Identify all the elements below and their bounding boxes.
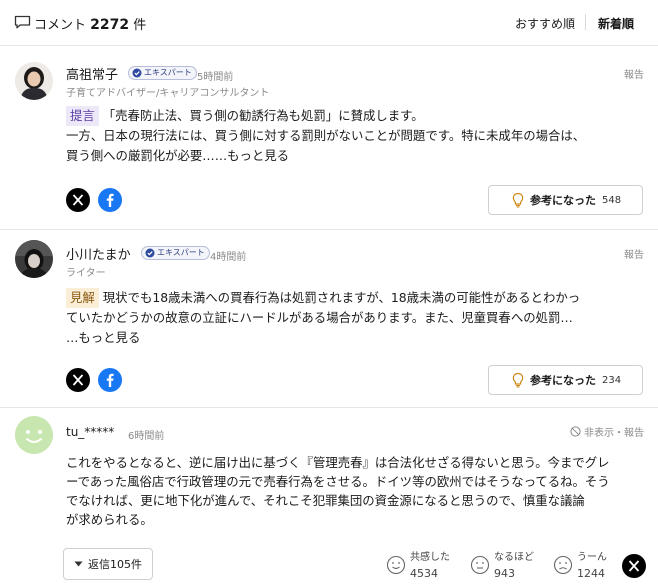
comment-line: 買う側への厳罰化が必要… — [66, 148, 215, 163]
comment-line: 現状でも18歳未満への買春行為は処罰されますが、18歳未満の可能性があるとわかっ — [102, 290, 581, 305]
smiley-face-icon — [15, 416, 53, 454]
helpful-label: 参考になった — [530, 194, 596, 207]
reaction-empathy-button[interactable]: 共感した 4534 — [386, 546, 456, 584]
author-name[interactable]: 高祖常子 — [66, 64, 118, 83]
expert-badge: エキスパート — [128, 66, 197, 80]
kenkai-tag: 見解 — [66, 288, 99, 308]
smile-face-icon — [386, 555, 406, 575]
reaction-count: 4534 — [410, 567, 438, 580]
report-link[interactable]: 報告 — [624, 246, 644, 261]
reply-count-label: 返信105件 — [88, 558, 142, 571]
author-name[interactable]: 小川たまか — [66, 244, 131, 263]
expert-photo-icon — [15, 240, 53, 278]
comment-line: 一方、日本の現行法には、買う側に対する罰則がないことが問題です。特に未成年の場合… — [66, 128, 586, 143]
reaction-count: 1244 — [577, 567, 605, 580]
lightbulb-icon — [512, 192, 524, 208]
block-icon — [570, 426, 581, 437]
share-x-button[interactable] — [622, 554, 646, 578]
comment-line: 「売春防止法、買う側の勧誘行為も処罰」に賛成します。 — [102, 108, 424, 123]
helpful-button[interactable]: 参考になった 548 — [488, 185, 643, 215]
x-logo-icon — [72, 194, 84, 206]
comment-line: これをやるとなると、逆に届け出に基づく『管理売春』は合法化せざる得ないと思う。今… — [66, 455, 610, 470]
expert-check-icon — [145, 248, 155, 258]
expert-photo-icon — [15, 62, 53, 100]
helpful-count: 548 — [602, 194, 622, 206]
hide-report-label: 非表示・報告 — [584, 428, 644, 439]
expert-check-icon — [132, 68, 142, 78]
author-subtitle: 子育てアドバイザー/キャリアコンサルタント — [66, 88, 270, 99]
helpful-label: 参考になった — [530, 374, 596, 387]
thinking-face-icon — [470, 555, 490, 575]
comment-line: でなければ、更に地下化が進んで、それこそ犯罪集団の資金源になると思うので、慎重な… — [66, 493, 585, 508]
author-name[interactable]: tu_***** — [66, 425, 114, 439]
comment-line: ーであった風俗店で行政管理の元で売春行為をさせる。ドイツ等の欧州ではそうなってる… — [66, 474, 610, 489]
avatar[interactable] — [15, 62, 53, 100]
comment-bubble-icon — [14, 15, 31, 29]
avatar — [15, 416, 53, 454]
author-subtitle: ライター — [66, 268, 106, 279]
lightbulb-icon — [512, 372, 524, 388]
expert-badge: エキスパート — [141, 246, 210, 260]
read-more-link[interactable]: …もっと見る — [66, 328, 641, 348]
caret-down-icon — [74, 561, 83, 567]
comment-count: 2272 — [90, 17, 130, 33]
comment-label-text: コメント — [34, 18, 87, 33]
reaction-label: うーん — [577, 552, 607, 563]
avatar[interactable] — [15, 240, 53, 278]
reaction-naruhodo-button[interactable]: なるほど 943 — [470, 546, 540, 584]
expert-badge-label: エキスパート — [157, 248, 205, 257]
reaction-count: 943 — [494, 567, 515, 580]
comments-header: コメント 2272 件 おすすめ順 新着順 — [0, 0, 658, 46]
comment-line: が求められる。 — [66, 512, 153, 527]
comment-body: 見解 現状でも18歳未満への買春行為は処罰されますが、18歳未満の可能性があるとわ… — [66, 288, 641, 348]
helpful-button[interactable]: 参考になった 234 — [488, 365, 643, 395]
comment-time: 5時間前 — [197, 72, 234, 83]
x-logo-icon — [628, 560, 640, 572]
comment-body: これをやるとなると、逆に届け出に基づく『管理売春』は合法化せざる得ないと思う。今… — [66, 453, 641, 529]
facebook-logo-icon — [106, 193, 114, 207]
x-logo-icon — [72, 374, 84, 386]
sort-newest-tab[interactable]: 新着順 — [598, 15, 634, 32]
sort-divider — [585, 14, 586, 30]
teigen-tag: 提言 — [66, 106, 99, 126]
share-facebook-button[interactable] — [98, 188, 122, 212]
read-more-link[interactable]: …もっと見る — [215, 148, 289, 163]
frown-face-icon — [553, 555, 573, 575]
expert-comment: 小川たまか エキスパート 4時間前 ライター 報告 見解 現状でも18歳未満への買… — [0, 230, 658, 408]
comment-time: 4時間前 — [210, 252, 247, 263]
expert-comment: 高祖常子 エキスパート 5時間前 子育てアドバイザー/キャリアコンサルタント 報… — [0, 46, 658, 230]
comment-count-suffix: 件 — [133, 18, 147, 33]
comment-count-label: コメント 2272 件 — [34, 14, 146, 33]
comment-body: 提言 「売春防止法、買う側の勧誘行為も処罰」に賛成します。 一方、日本の現行法には… — [66, 106, 641, 166]
facebook-logo-icon — [106, 373, 114, 387]
reaction-label: 共感した — [410, 552, 450, 563]
sort-recommended-tab[interactable]: おすすめ順 — [515, 15, 575, 32]
hide-report-link[interactable]: 非表示・報告 — [570, 424, 644, 439]
helpful-count: 234 — [602, 374, 622, 386]
reaction-label: なるほど — [494, 552, 534, 563]
report-link[interactable]: 報告 — [624, 66, 644, 81]
expert-badge-label: エキスパート — [144, 68, 192, 77]
comment-line: ていたかどうかの故意の立証にハードルがある場合があります。また、児童買春への処罰… — [66, 310, 573, 325]
share-facebook-button[interactable] — [98, 368, 122, 392]
share-x-button[interactable] — [66, 368, 90, 392]
reply-toggle-button[interactable]: 返信105件 — [63, 548, 153, 580]
share-x-button[interactable] — [66, 188, 90, 212]
comment-time: 6時間前 — [128, 431, 165, 442]
reaction-uun-button[interactable]: うーん 1244 — [553, 546, 623, 584]
